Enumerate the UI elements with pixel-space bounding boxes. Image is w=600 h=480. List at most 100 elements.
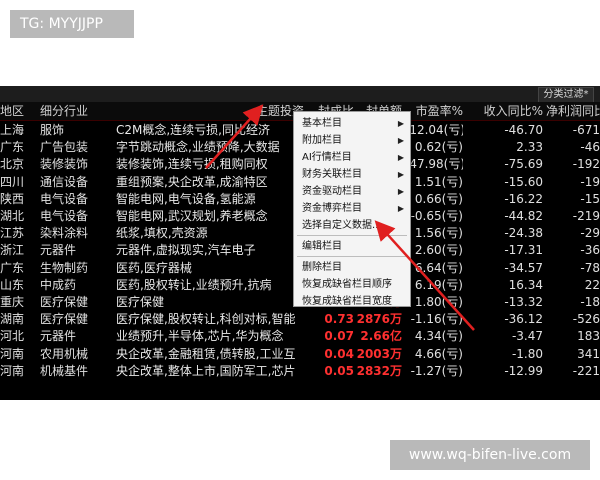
row-profit-yoy: 183 [577,329,600,344]
header-pe[interactable]: 市盈率% [405,102,463,120]
table-row[interactable]: 河北 元器件 业绩预升,半导体,芯片,华为概念 0.07 2.66亿 4.34(亏) -3.… [0,328,600,345]
row-industry: 机械基件 [40,363,89,378]
menu-item-label: 恢复成缺省栏目宽度 [302,296,392,307]
row-revenue-yoy: -24.38 [504,226,543,241]
row-industry: 服饰 [40,123,65,137]
submenu-arrow-icon: ▶ [397,136,404,145]
row-concept: 智能电网,武汉规划,养老概念 [116,209,268,223]
header-profit-yoy[interactable]: 净利润同比% [546,102,600,120]
menu-item-label: 恢复成缺省栏目顺序 [302,279,392,290]
row-industry: 农用机械 [40,346,89,361]
row-pe: 2.60(亏) [414,243,463,258]
menu-item[interactable]: 删除栏目 [294,259,410,276]
row-region: 山东 [0,277,25,292]
header-concept[interactable]: 主题投资 [200,102,304,120]
row-profit-yoy: -19 [580,174,600,189]
menu-item-label: AI行情栏目 [302,152,352,163]
menu-item-label: 编辑栏目 [302,241,342,252]
header-region[interactable]: 地区 [0,102,36,120]
row-revenue-yoy: -46.70 [504,123,543,137]
row-concept: 医药,股权转让,业绩预升,抗病 [116,277,272,292]
row-profit-yoy: -526 [572,312,600,327]
category-filter-button[interactable]: 分类过滤* [538,87,594,103]
row-pe: -1.16(亏) [410,312,463,327]
menu-item-label: 资金博弈栏目 [302,203,362,214]
row-profit-yoy: -15 [580,191,600,206]
menu-item[interactable]: 基本栏目 ▶ [294,115,410,132]
menu-item[interactable]: 财务关联栏目 ▶ [294,166,410,183]
menu-item-label: 附加栏目 [302,135,342,146]
submenu-arrow-icon: ▶ [397,187,404,196]
row-concept: 元器件,虚拟现实,汽车电子 [116,243,256,258]
row-revenue-yoy: -12.99 [504,363,543,378]
row-pe: -1.27(亏) [410,363,463,378]
row-seal-ratio: 0.04 [324,346,354,361]
watermark-bottom: www.wq-bifen-live.com [390,440,590,470]
menu-item[interactable]: 附加栏目 ▶ [294,132,410,149]
row-seal-ratio: 0.07 [324,329,354,344]
row-region: 浙江 [0,243,25,258]
row-industry: 染料涂料 [40,226,89,241]
row-revenue-yoy: -44.82 [504,209,543,223]
row-revenue-yoy: -13.32 [504,295,543,309]
header-industry[interactable]: 细分行业 [40,102,110,120]
row-pe: 4.66(亏) [414,346,463,361]
row-industry: 生物制药 [40,260,89,275]
row-pe: -0.65(亏) [410,209,463,223]
row-revenue-yoy: -15.60 [504,174,543,189]
table-row[interactable]: 湖南 医疗保健 医疗保健,股权转让,科创对标,智能 0.73 2876万 -1.16(亏)… [0,311,600,328]
row-industry: 中成药 [40,277,77,292]
row-seal-amount: 2003万 [356,346,402,361]
row-region: 湖北 [0,209,25,223]
row-region: 四川 [0,174,25,189]
menu-item-label: 选择自定义数据... [302,220,382,231]
row-profit-yoy: -36 [580,243,600,258]
menu-item[interactable]: 资金博弈栏目 ▶ [294,200,410,217]
row-industry: 通信设备 [40,174,89,189]
row-region: 上海 [0,123,25,137]
menu-item[interactable]: 资金驱动栏目 ▶ [294,183,410,200]
menu-item[interactable]: AI行情栏目 ▶ [294,149,410,166]
row-concept: 智能电网,电气设备,氢能源 [116,191,256,206]
row-profit-yoy: -671 [572,123,600,137]
row-industry: 医疗保健 [40,295,89,309]
row-revenue-yoy: -3.47 [511,329,543,344]
menu-item[interactable]: 恢复成缺省栏目宽度 [294,293,410,310]
menu-item[interactable]: 恢复成缺省栏目顺序 [294,276,410,293]
row-region: 陕西 [0,191,25,206]
menu-item[interactable]: 编辑栏目 [294,238,410,255]
row-revenue-yoy: -34.57 [504,260,543,275]
row-region: 广东 [0,260,25,275]
menu-separator [297,256,407,257]
row-concept: 医疗保健,股权转让,科创对标,智能 [116,312,296,327]
row-region: 江苏 [0,226,25,241]
table-row[interactable]: 河南 机械基件 央企改革,整体上市,国防军工,芯片 0.05 2832万 -1.27(亏)… [0,363,600,380]
row-region: 广东 [0,140,25,155]
row-profit-yoy: -221 [572,363,600,378]
row-seal-amount: 2.66亿 [360,329,402,344]
watermark-top: TG: MYYJJPP [10,10,134,38]
table-row[interactable]: 河南 农用机械 央企改革,金融租赁,债转股,工业互 0.04 2003万 4.66(亏) -… [0,346,600,363]
row-profit-yoy: -78 [580,260,600,275]
row-profit-yoy: -46 [580,140,600,155]
menu-item-label: 资金驱动栏目 [302,186,362,197]
row-industry: 电气设备 [40,191,89,206]
row-revenue-yoy: -75.69 [504,157,543,172]
row-pe: 0.66(亏) [414,191,463,206]
submenu-arrow-icon: ▶ [397,119,404,128]
row-profit-yoy: -192 [572,157,600,172]
row-pe: -12.04(亏) [405,123,463,137]
menu-item[interactable]: 选择自定义数据... [294,217,410,234]
top-toolbar: 分类过滤* [0,86,600,103]
row-seal-ratio: 0.05 [324,363,354,378]
menu-item-label: 删除栏目 [302,262,342,273]
row-industry: 医疗保健 [40,312,89,327]
header-revenue-yoy[interactable]: 收入同比% [470,102,543,120]
row-pe: 1.51(亏) [414,174,463,189]
row-profit-yoy: -29 [580,226,600,241]
row-concept: 业绩预升,半导体,芯片,华为概念 [116,329,284,344]
row-pe: 1.80(亏) [414,295,463,309]
row-revenue-yoy: -16.22 [504,191,543,206]
submenu-arrow-icon: ▶ [397,204,404,213]
row-industry: 元器件 [40,329,77,344]
